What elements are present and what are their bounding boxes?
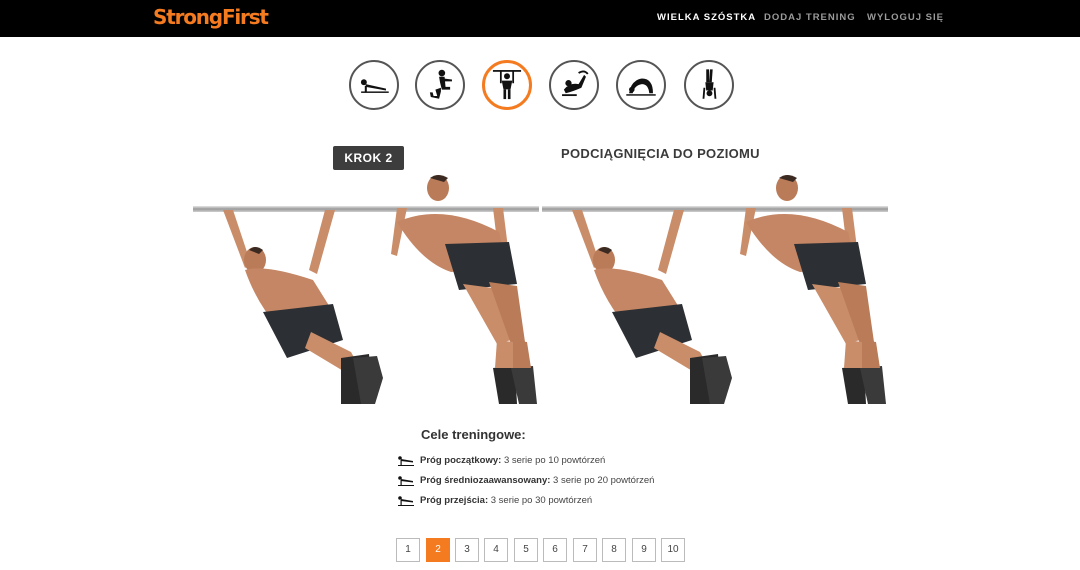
step-badge: KROK 2	[333, 146, 404, 170]
goals-title: Cele treningowe:	[421, 427, 526, 442]
squat-icon[interactable]	[415, 60, 465, 110]
exercise-photo-2	[542, 172, 888, 408]
pullup-icon[interactable]	[482, 60, 532, 110]
nav-link-wielka-szostka[interactable]: WIELKA SZÓSTKA	[657, 12, 756, 24]
handstand-pushup-icon[interactable]	[684, 60, 734, 110]
page-button-4[interactable]: 4	[484, 538, 508, 562]
goal-value: 3 serie po 30 powtórzeń	[490, 495, 593, 506]
page-button-9[interactable]: 9	[632, 538, 656, 562]
pushup-mini-icon	[398, 496, 414, 506]
goal-label: Próg początkowy:	[420, 455, 502, 466]
goal-value: 3 serie po 10 powtórzeń	[503, 455, 606, 466]
page-button-5[interactable]: 5	[514, 538, 538, 562]
page-button-1[interactable]: 1	[396, 538, 420, 562]
logo-strong: Strong	[153, 5, 223, 29]
page-button-7[interactable]: 7	[573, 538, 597, 562]
exercise-selector	[0, 60, 1080, 112]
pushup-icon[interactable]	[349, 60, 399, 110]
page-button-8[interactable]: 8	[602, 538, 626, 562]
goal-label: Próg przejścia:	[420, 495, 489, 506]
logo-first: First	[221, 5, 269, 29]
nav-link-dodaj-trening[interactable]: DODAJ TRENING	[764, 12, 856, 24]
page-button-3[interactable]: 3	[455, 538, 479, 562]
nav-link-wyloguj[interactable]: WYLOGUJ SIĘ	[867, 12, 944, 24]
exercise-title: PODCIĄGNIĘCIA DO POZIOMU	[561, 146, 760, 161]
pushup-mini-icon	[398, 456, 414, 466]
exercise-photo-1	[193, 172, 539, 408]
page-button-10[interactable]: 10	[661, 538, 685, 562]
pushup-mini-icon	[398, 476, 414, 486]
goal-label: Próg średniozaawansowany:	[420, 475, 551, 486]
bridge-icon[interactable]	[616, 60, 666, 110]
leg-raise-icon[interactable]	[549, 60, 599, 110]
strongfirst-logo[interactable]: StrongFirst	[153, 5, 269, 29]
top-navbar: StrongFirst WIELKA SZÓSTKA DODAJ TRENING…	[0, 0, 1080, 37]
page-button-6[interactable]: 6	[543, 538, 567, 562]
goal-value: 3 serie po 20 powtórzeń	[553, 475, 655, 486]
page-button-2[interactable]: 2	[426, 538, 450, 562]
